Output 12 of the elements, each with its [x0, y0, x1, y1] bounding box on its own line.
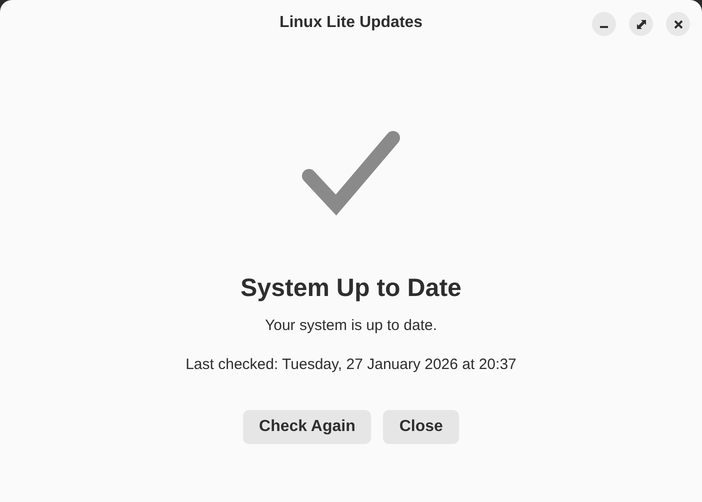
status-message: Your system is up to date. [264, 316, 438, 336]
dialog-button[interactable]: Close [383, 410, 459, 444]
maximize-icon [636, 20, 646, 28]
last-checked-text: Last checked: Tuesday, 27 January 2026 at 20:37 [186, 354, 516, 374]
close-icon [674, 20, 682, 28]
window-title: Linux Lite Updates [279, 14, 423, 31]
checkmark-icon [302, 130, 400, 216]
minimize-button[interactable] [592, 12, 616, 36]
maximize-button[interactable] [629, 12, 653, 36]
status-heading: System Up to Date [240, 273, 462, 304]
dialog-button[interactable]: Check Again [243, 410, 372, 444]
close-button[interactable] [666, 12, 690, 36]
